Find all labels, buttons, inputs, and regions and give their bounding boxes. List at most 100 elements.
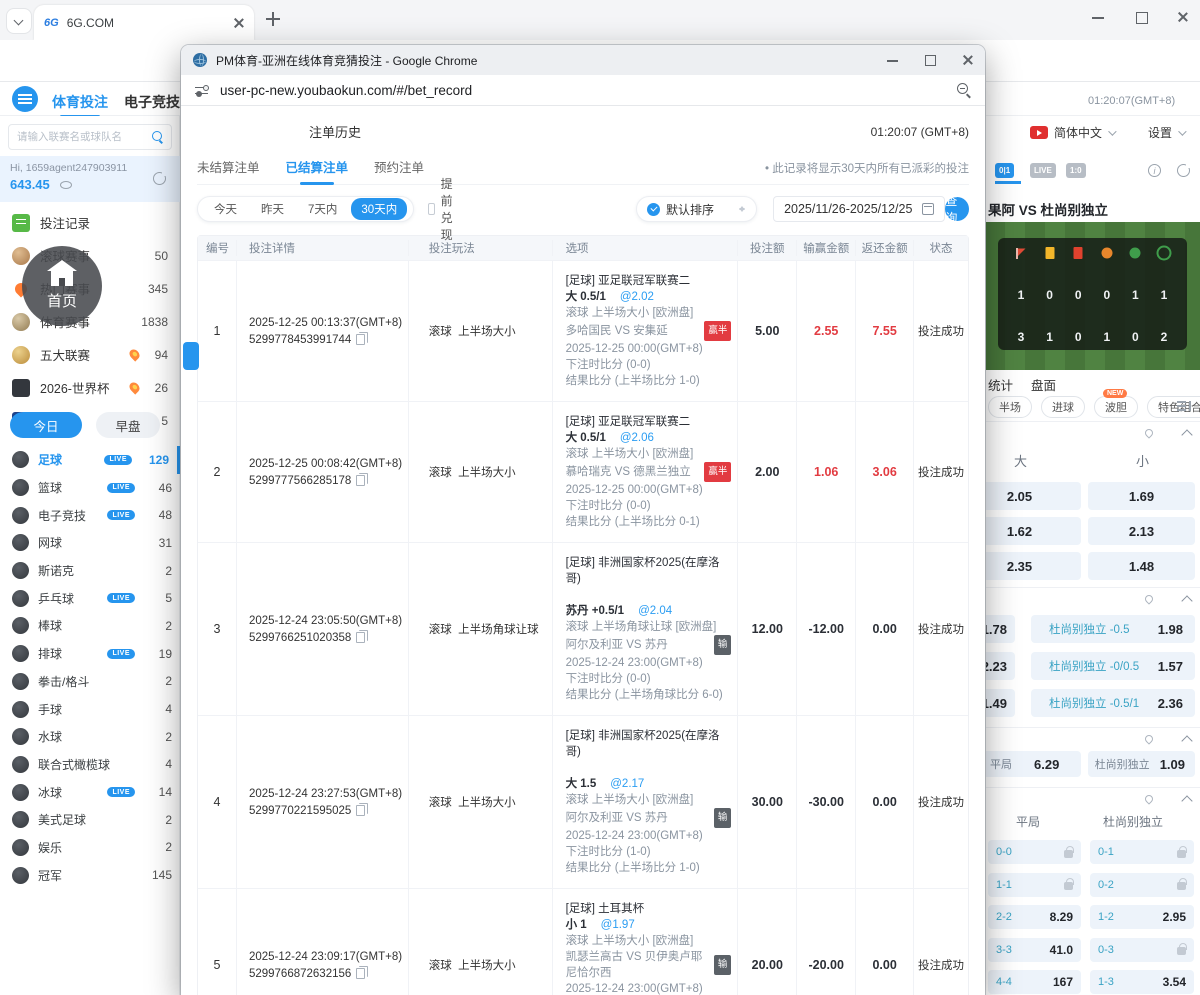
correct-score-button[interactable]: 3-341.0 bbox=[988, 938, 1081, 962]
tab-markets[interactable]: 盘面 bbox=[1031, 375, 1056, 394]
site-info-icon[interactable] bbox=[195, 85, 208, 96]
cashout-checkbox[interactable] bbox=[428, 203, 434, 215]
sidebar-sport-item[interactable]: 乒乓球 LIVE 5 bbox=[0, 584, 180, 612]
popup-close-button[interactable] bbox=[963, 55, 973, 65]
correct-score-button[interactable]: 1-33.54 bbox=[1090, 970, 1194, 994]
correct-score-button[interactable]: 4-4167 bbox=[988, 970, 1081, 994]
sidebar-sport-item[interactable]: 手球 LIVE 4 bbox=[0, 695, 180, 723]
correct-score-button[interactable]: 0-2 bbox=[1090, 873, 1194, 897]
window-minimize-button[interactable] bbox=[1092, 10, 1106, 24]
sidebar-sport-item[interactable]: 美式足球 LIVE 2 bbox=[0, 806, 180, 834]
away-handicap-odds-button[interactable]: 杜尚别独立 -0/0.51.57 bbox=[1031, 652, 1195, 680]
market-filter-pill[interactable]: 进球 bbox=[1041, 396, 1085, 418]
date-range-tab[interactable]: 7天内 bbox=[298, 198, 347, 220]
search-icon[interactable] bbox=[152, 131, 163, 143]
correct-score-button[interactable]: 2-28.29 bbox=[988, 905, 1081, 929]
pin-icon[interactable] bbox=[1143, 793, 1154, 804]
sidebar-sport-item[interactable]: 拳击/格斗 LIVE 2 bbox=[0, 668, 180, 696]
sidebar-sport-item[interactable]: 棒球 LIVE 2 bbox=[0, 612, 180, 640]
zoom-out-icon[interactable] bbox=[957, 83, 971, 97]
collapse-icon[interactable] bbox=[1181, 429, 1192, 440]
table-row[interactable]: 5 2025-12-24 23:09:17(GMT+8) 52997668726… bbox=[198, 888, 968, 995]
sidebar-sport-item[interactable]: 网球 LIVE 31 bbox=[0, 529, 180, 557]
sidebar-item-bet-records[interactable]: 投注记录 bbox=[0, 206, 180, 239]
nav-tab-sports[interactable]: 体育投注 bbox=[52, 92, 108, 112]
table-row[interactable]: 3 2025-12-24 23:05:50(GMT+8) 52997662510… bbox=[198, 542, 968, 715]
sidebar-sport-item[interactable]: 冰球 LIVE 14 bbox=[0, 778, 180, 806]
bet-status-tab[interactable]: 预约注单 bbox=[374, 157, 424, 176]
popup-minimize-button[interactable] bbox=[887, 54, 899, 66]
copy-icon[interactable] bbox=[356, 632, 365, 643]
search-input[interactable] bbox=[17, 131, 152, 143]
copy-icon[interactable] bbox=[356, 334, 365, 345]
away-handicap-odds-button[interactable]: 杜尚别独立 -0.5/12.36 bbox=[1031, 689, 1195, 717]
market-filter-pill[interactable]: 半场 bbox=[988, 396, 1032, 418]
correct-score-button[interactable]: 0-3 bbox=[1090, 938, 1194, 962]
floating-side-widget[interactable] bbox=[183, 342, 199, 370]
new-tab-button[interactable] bbox=[266, 12, 280, 26]
tab-early-market[interactable]: 早盘 bbox=[96, 412, 160, 438]
copy-icon[interactable] bbox=[356, 805, 365, 816]
info-icon[interactable]: i bbox=[1148, 164, 1161, 177]
sort-select[interactable]: 默认排序 bbox=[636, 196, 757, 222]
under-odds-button[interactable]: 1.48 bbox=[1088, 552, 1195, 580]
table-row[interactable]: 1 2025-12-25 00:13:37(GMT+8) 52997784539… bbox=[198, 260, 968, 401]
correct-score-button[interactable]: 1-22.95 bbox=[1090, 905, 1194, 929]
tab-statistics[interactable]: 统计 bbox=[988, 375, 1013, 394]
pin-icon[interactable] bbox=[1143, 593, 1154, 604]
date-range-tab[interactable]: 30天内 bbox=[351, 198, 407, 220]
market-filter-pill[interactable]: 特色组合 bbox=[1147, 396, 1200, 418]
collapse-icon[interactable] bbox=[1181, 795, 1192, 806]
live-tab-icon[interactable]: LIVE bbox=[1030, 163, 1056, 178]
date-range-tab[interactable]: 昨天 bbox=[251, 198, 294, 220]
correct-score-button[interactable]: 1-1 bbox=[988, 873, 1081, 897]
scoreboard-tab-icon[interactable]: 1:0 bbox=[1066, 163, 1086, 178]
sidebar-sport-item[interactable]: 斯诺克 LIVE 2 bbox=[0, 557, 180, 585]
under-odds-button[interactable]: 1.69 bbox=[1088, 482, 1195, 510]
sidebar-sport-item[interactable]: 娱乐 LIVE 2 bbox=[0, 834, 180, 862]
nav-tab-esports[interactable]: 电子竞技 bbox=[124, 92, 180, 112]
sidebar-menu-item[interactable]: 五大联赛 94 bbox=[0, 338, 180, 371]
market-filter-pill[interactable]: 波胆 NEW bbox=[1094, 396, 1138, 418]
collapse-icon[interactable] bbox=[1181, 595, 1192, 606]
site-logo-icon[interactable] bbox=[12, 86, 38, 112]
tab-list-button[interactable] bbox=[6, 8, 32, 34]
sidebar-sport-item[interactable]: 水球 LIVE 2 bbox=[0, 723, 180, 751]
sidebar-menu-item[interactable]: 2026-世界杯 26 bbox=[0, 371, 180, 404]
home-floating-button[interactable]: 首页 bbox=[22, 246, 102, 326]
table-row[interactable]: 2 2025-12-25 00:08:42(GMT+8) 52997775662… bbox=[198, 401, 968, 542]
refresh-icon[interactable] bbox=[1177, 164, 1190, 177]
tab-today[interactable]: 今日 bbox=[10, 412, 82, 438]
odds-tab-icon[interactable]: 0|1 bbox=[995, 163, 1014, 178]
sidebar-sport-item[interactable]: 排球 LIVE 19 bbox=[0, 640, 180, 668]
popup-address-bar[interactable]: user-pc-new.youbaokun.com/#/bet_record bbox=[181, 75, 985, 106]
away-handicap-odds-button[interactable]: 杜尚别独立 -0.51.98 bbox=[1031, 615, 1195, 643]
pin-icon[interactable] bbox=[1143, 427, 1154, 438]
away-win-odds-button[interactable]: 杜尚别独立 1.09 bbox=[1088, 751, 1195, 777]
date-range-picker[interactable]: 2025/11/26-2025/12/25 bbox=[773, 196, 945, 222]
eye-icon[interactable] bbox=[60, 181, 72, 189]
window-maximize-button[interactable] bbox=[1135, 10, 1149, 24]
bet-status-tab[interactable]: 未结算注单 bbox=[197, 157, 260, 176]
copy-icon[interactable] bbox=[356, 475, 365, 486]
sort-icon[interactable] bbox=[1177, 399, 1191, 413]
collapse-icon[interactable] bbox=[1181, 735, 1192, 746]
table-row[interactable]: 4 2025-12-24 23:27:53(GMT+8) 52997702215… bbox=[198, 715, 968, 888]
sidebar-sport-item[interactable]: 联合式橄榄球 LIVE 4 bbox=[0, 751, 180, 779]
sidebar-sport-item[interactable]: 足球 LIVE 129 bbox=[0, 446, 180, 474]
bet-status-tab[interactable]: 已结算注单 bbox=[286, 157, 349, 176]
tab-close-icon[interactable] bbox=[234, 18, 244, 28]
correct-score-button[interactable]: 0-0 bbox=[988, 840, 1081, 864]
search-box[interactable] bbox=[8, 124, 172, 150]
sidebar-sport-item[interactable]: 篮球 LIVE 46 bbox=[0, 474, 180, 502]
under-odds-button[interactable]: 2.13 bbox=[1088, 517, 1195, 545]
sidebar-sport-item[interactable]: 冠军 LIVE 145 bbox=[0, 861, 180, 889]
refresh-balance-icon[interactable] bbox=[153, 172, 166, 185]
popup-title-bar[interactable]: PM体育-亚洲在线体育竞猜投注 - Google Chrome bbox=[181, 45, 985, 75]
query-button[interactable]: 查询 bbox=[945, 197, 969, 221]
copy-icon[interactable] bbox=[356, 968, 365, 979]
window-close-button[interactable] bbox=[1178, 12, 1192, 26]
popup-maximize-button[interactable] bbox=[924, 54, 936, 66]
sidebar-sport-item[interactable]: 电子竞技 LIVE 48 bbox=[0, 501, 180, 529]
browser-tab[interactable]: 6G 6G.COM bbox=[34, 5, 254, 40]
